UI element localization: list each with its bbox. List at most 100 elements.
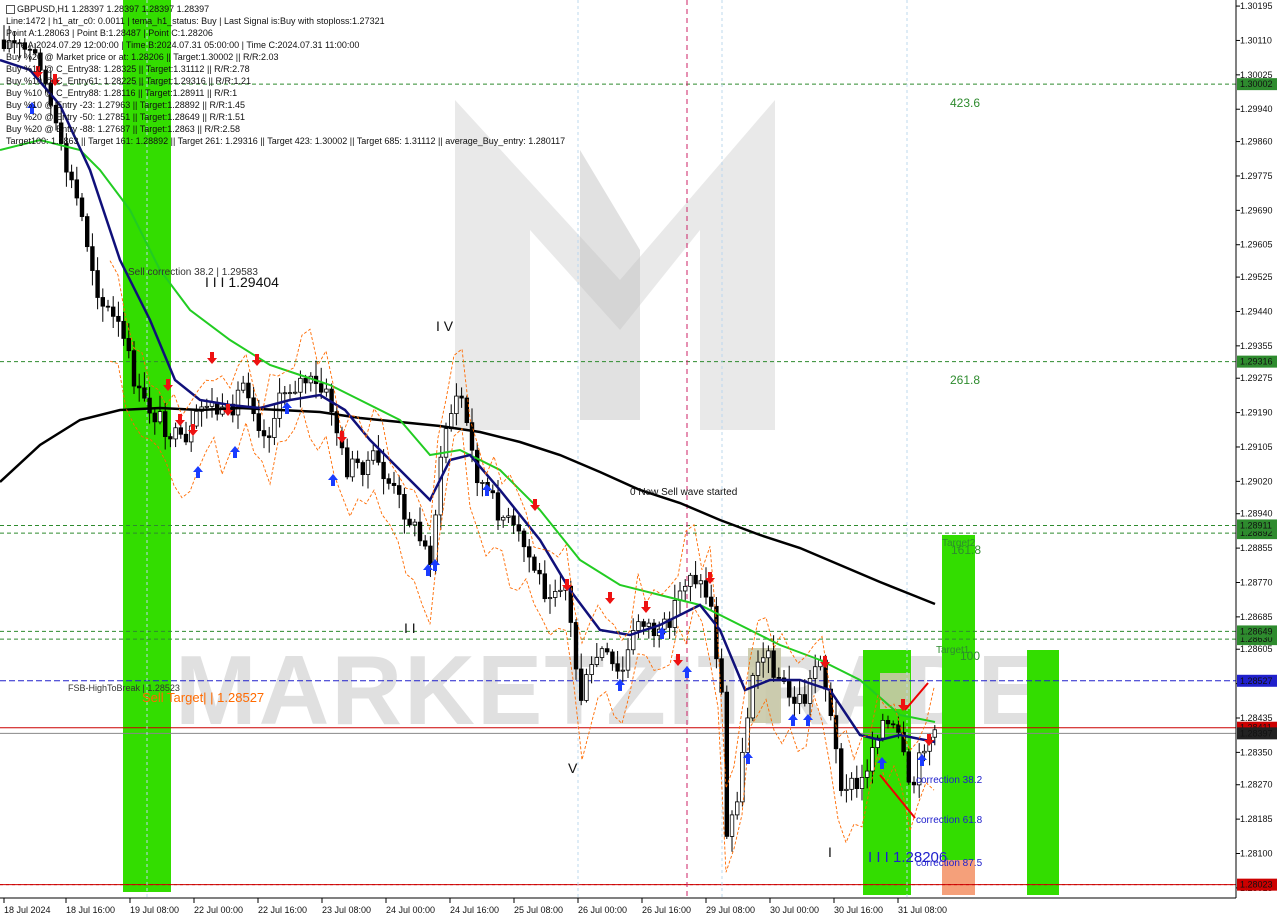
candle-body (865, 770, 870, 778)
candle-body (802, 694, 807, 704)
candle-body (381, 461, 386, 480)
annotation-5: V (568, 760, 578, 776)
candle-body (100, 297, 105, 307)
annotation-2: I V (436, 318, 454, 334)
candle-body (136, 385, 142, 389)
candle-body (771, 650, 776, 678)
candle-body (147, 397, 152, 414)
candle-body (350, 458, 355, 478)
candle-body (500, 516, 506, 521)
annotation-10: correction 38.2 (916, 775, 983, 786)
chart-menu-icon[interactable] (6, 5, 15, 15)
info-line-5: Buy %10 @ C_Entry61: 1.28225 || Target:1… (6, 76, 251, 86)
info-line-2: Time A:2024.07.29 12:00:00 | Time B:2024… (6, 40, 360, 50)
x-tick-label: 22 Jul 16:00 (258, 905, 307, 915)
candle-body (579, 668, 584, 701)
candle-body (287, 392, 293, 395)
y-tick-label: 1.29860 (1240, 137, 1273, 147)
level-label-2: 161.8 (951, 543, 981, 557)
candle-body (495, 492, 501, 521)
candle-body (79, 197, 85, 217)
candle-body (651, 622, 657, 637)
y-tick-label: 1.29020 (1240, 476, 1273, 486)
candle-body (407, 518, 412, 526)
candle-body (698, 580, 703, 585)
candle-body (547, 597, 553, 600)
annotation-4: I I (404, 620, 416, 636)
candle-body (735, 801, 740, 816)
info-line-7: Buy %10 @ Entry -23: 1.27963 || Target:1… (6, 100, 245, 110)
candle-body (709, 596, 714, 607)
candle-body (605, 648, 610, 653)
info-line-8: Buy %20 @ Entry -50: 1.27851 || Target:1… (6, 112, 245, 122)
candle-body (376, 450, 381, 463)
candle-body (428, 545, 433, 566)
candle-body (537, 569, 542, 575)
y-tick-label: 1.30110 (1240, 35, 1272, 45)
candle-body (266, 435, 272, 438)
candle-body (589, 664, 594, 675)
y-tick-label: 1.29940 (1240, 104, 1273, 114)
candle-body (417, 521, 423, 542)
candle-body (672, 600, 677, 628)
candle-body (527, 546, 532, 558)
candle-body (168, 436, 173, 440)
annotation-11: correction 61.8 (916, 815, 983, 826)
candle-body (318, 383, 324, 393)
y-tick-label: 1.29355 (1240, 341, 1273, 351)
candle-body (412, 521, 417, 526)
candle-body (74, 179, 79, 199)
candle-body (459, 395, 464, 399)
candle-body (573, 622, 579, 670)
info-line-4: Buy %10 @ C_Entry38: 1.28325 || Target:1… (6, 64, 250, 74)
candle-body (703, 580, 709, 598)
candle-body (95, 270, 100, 298)
candle-body (272, 417, 277, 438)
candle-body (240, 382, 246, 391)
candle-body (183, 433, 189, 443)
candle-body (69, 171, 74, 181)
y-tick-label: 1.29440 (1240, 306, 1273, 316)
x-tick-label: 18 Jul 16:00 (66, 905, 115, 915)
price-tag-label: 1.28649 (1240, 626, 1273, 636)
x-tick-label: 30 Jul 16:00 (834, 905, 883, 915)
candle-body (688, 574, 693, 587)
symbol-text: GBPUSD,H1 1.28397 1.28397 1.28397 1.2839… (17, 4, 210, 14)
y-tick-label: 1.29190 (1240, 408, 1273, 418)
candle-body (615, 663, 620, 672)
candle-body (246, 382, 251, 399)
candle-body (131, 350, 137, 387)
x-tick-label: 30 Jul 00:00 (770, 905, 819, 915)
candle-body (162, 411, 168, 438)
y-tick-label: 1.29690 (1240, 205, 1273, 215)
x-tick-label: 25 Jul 08:00 (514, 905, 563, 915)
price-tag-label: 1.28527 (1240, 676, 1273, 686)
y-tick-label: 1.30195 (1240, 1, 1273, 11)
x-tick-label: 29 Jul 08:00 (706, 905, 755, 915)
green-band-4 (1027, 650, 1059, 895)
candle-body (402, 494, 407, 520)
candle-body (516, 524, 521, 532)
candle-body (173, 427, 178, 440)
candle-body (121, 320, 126, 339)
candle-body (251, 397, 256, 415)
candle-body (511, 515, 516, 526)
candle-body (724, 691, 729, 837)
candle-body (610, 651, 615, 665)
price-tag-label: 1.28397 (1240, 728, 1273, 738)
candle-body (521, 530, 527, 548)
candle-body (422, 540, 428, 547)
candle-body (542, 573, 547, 600)
candle-body (365, 459, 371, 475)
candle-body (480, 482, 485, 484)
y-tick-label: 1.29105 (1240, 442, 1273, 452)
x-tick-label: 26 Jul 00:00 (578, 905, 627, 915)
candle-body (303, 377, 308, 384)
candle-body (922, 750, 927, 754)
y-tick-label: 1.28770 (1240, 577, 1273, 587)
candle-body (344, 447, 350, 478)
x-tick-label: 24 Jul 16:00 (450, 905, 499, 915)
annotation-13: I I I 1.28206 (868, 849, 947, 866)
candle-body (755, 661, 761, 676)
candle-body (553, 591, 558, 598)
